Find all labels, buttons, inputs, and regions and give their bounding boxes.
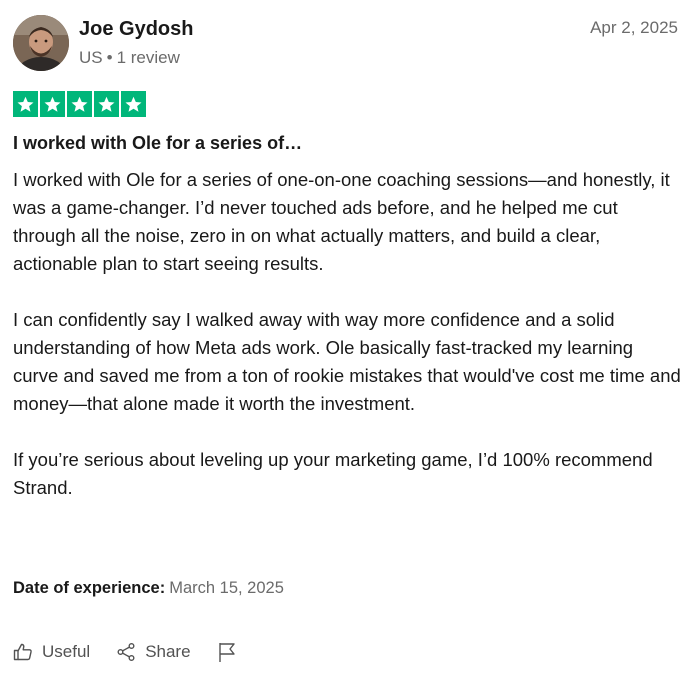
flag-icon xyxy=(217,641,237,663)
date-of-experience: Date of experience: March 15, 2025 xyxy=(13,577,284,599)
share-label: Share xyxy=(145,642,191,661)
reviewer-meta: US • 1 review xyxy=(79,47,180,69)
report-button[interactable] xyxy=(217,641,237,663)
review-body: I worked with Ole for a series of one-on… xyxy=(13,166,681,502)
review-header: Joe Gydosh US • 1 review Apr 2, 2025 xyxy=(13,15,678,75)
meta-separator: • xyxy=(106,48,113,67)
star-icon xyxy=(67,91,92,117)
review-card: Joe Gydosh US • 1 review Apr 2, 2025 I wor… xyxy=(0,0,693,678)
useful-label: Useful xyxy=(42,642,91,661)
avatar[interactable] xyxy=(13,15,69,71)
review-date: Apr 2, 2025 xyxy=(590,18,678,37)
star-icon xyxy=(40,91,65,117)
review-title[interactable]: I worked with Ole for a series of… xyxy=(13,132,673,154)
star-icon xyxy=(13,91,38,117)
share-icon xyxy=(116,642,136,662)
reviewer-review-count: 1 review xyxy=(116,48,180,67)
review-paragraph: I can confidently say I walked away with… xyxy=(13,309,681,414)
reviewer-name[interactable]: Joe Gydosh xyxy=(79,17,193,41)
useful-button[interactable]: Useful xyxy=(13,641,90,663)
user-avatar-photo-icon xyxy=(13,15,69,71)
review-paragraph: I worked with Ole for a series of one-on… xyxy=(13,169,670,274)
review-paragraph: If you’re serious about leveling up your… xyxy=(13,449,653,498)
reviewer-country: US xyxy=(79,48,103,67)
experience-date: March 15, 2025 xyxy=(169,579,284,597)
star-icon xyxy=(121,91,146,117)
share-button[interactable]: Share xyxy=(116,641,191,663)
review-actions: Useful Share xyxy=(13,638,237,666)
star-rating xyxy=(13,91,146,117)
star-icon xyxy=(94,91,119,117)
thumbs-up-icon xyxy=(13,642,33,662)
experience-label: Date of experience: xyxy=(13,579,166,597)
